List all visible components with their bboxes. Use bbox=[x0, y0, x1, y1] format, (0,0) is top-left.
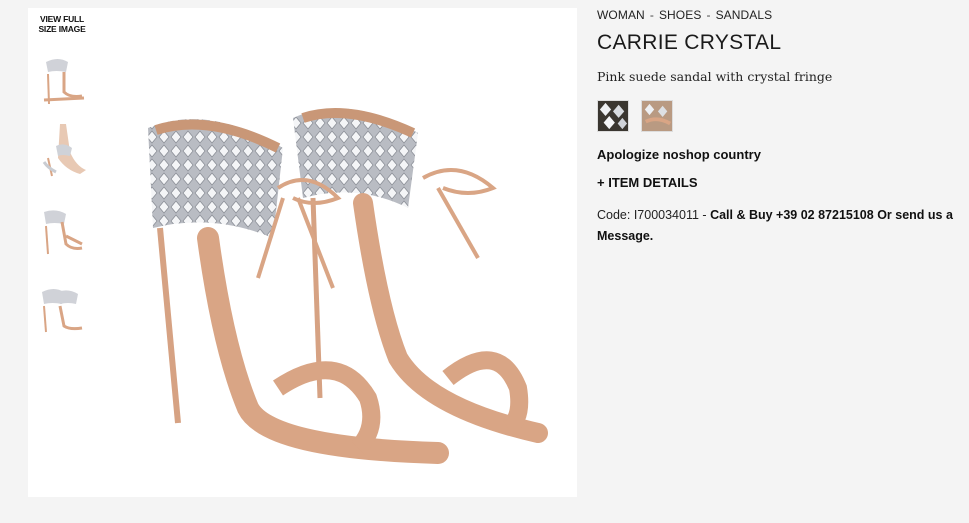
swatch-crystal-detail[interactable] bbox=[597, 100, 629, 132]
thumbnail-front-view[interactable] bbox=[36, 52, 88, 110]
product-code: Code: I700034011 - bbox=[597, 208, 711, 222]
sandal-back-icon bbox=[42, 289, 83, 333]
sandal-side-icon bbox=[44, 210, 83, 255]
rear-sandal bbox=[293, 108, 548, 443]
product-main-image bbox=[148, 108, 548, 464]
shop-availability-notice: Apologize noshop country bbox=[597, 147, 761, 162]
product-title: CARRIE CRYSTAL bbox=[597, 31, 782, 54]
breadcrumb-separator: - bbox=[649, 8, 654, 22]
breadcrumb-woman[interactable]: WOMAN bbox=[597, 8, 645, 22]
breadcrumb-shoes[interactable]: SHOES bbox=[659, 8, 702, 22]
product-gallery: VIEW FULL SIZE IMAGE bbox=[28, 8, 577, 497]
view-full-size-link[interactable]: VIEW FULL SIZE IMAGE bbox=[34, 14, 90, 34]
sandal-thumbnail-icon bbox=[43, 59, 85, 105]
swatch-pink-suede[interactable] bbox=[641, 100, 673, 132]
product-subtitle: Pink suede sandal with crystal fringe bbox=[597, 69, 833, 84]
thumbnail-side-view[interactable] bbox=[36, 206, 88, 264]
thumbnail-back-view[interactable] bbox=[36, 286, 88, 344]
sandal-worn-icon bbox=[42, 124, 86, 177]
thumbnail-worn-view[interactable] bbox=[36, 122, 88, 180]
color-swatches bbox=[597, 100, 673, 132]
breadcrumb-sandals[interactable]: SANDALS bbox=[716, 8, 773, 22]
product-code-contact: Code: I700034011 - Call & Buy +39 02 872… bbox=[597, 205, 957, 247]
breadcrumb: WOMAN - SHOES - SANDALS bbox=[597, 8, 772, 22]
breadcrumb-separator: - bbox=[706, 8, 711, 22]
item-details-toggle[interactable]: + ITEM DETAILS bbox=[597, 175, 698, 190]
